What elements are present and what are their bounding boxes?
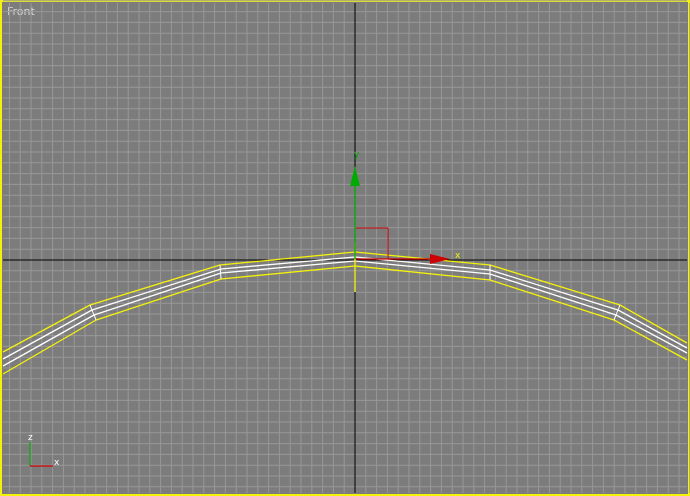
object-wire-1 — [2, 256, 688, 360]
object-segment-edge — [89, 304, 97, 321]
tripod-x-label: x — [54, 458, 60, 468]
gizmo-y-label: y — [354, 150, 360, 160]
move-gizmo[interactable]: y x — [350, 150, 461, 264]
gizmo-y-arrow-icon[interactable] — [350, 166, 360, 186]
viewport-canvas[interactable]: y x z x — [0, 0, 690, 496]
viewport-grid — [3, 0, 690, 493]
object-outline-bottom — [2, 265, 688, 375]
gizmo-x-arrow-icon[interactable] — [430, 254, 450, 264]
selected-curved-object[interactable] — [2, 242, 688, 375]
tripod-z-label: z — [28, 433, 33, 443]
axis-tripod: z x — [28, 433, 60, 468]
gizmo-x-label: x — [455, 251, 461, 261]
object-segment-edge — [219, 264, 222, 280]
object-segment-edge — [613, 304, 621, 321]
